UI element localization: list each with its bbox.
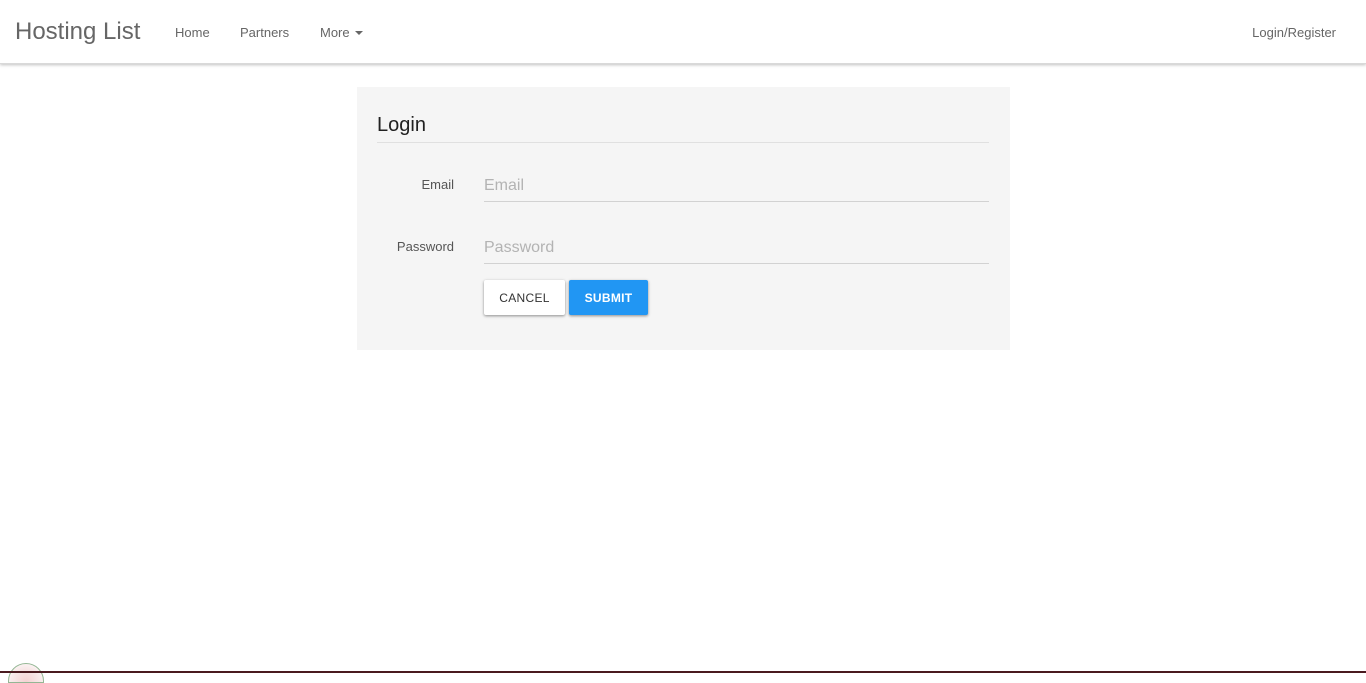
nav-partners-link[interactable]: Partners <box>240 24 289 41</box>
cancel-button[interactable]: CANCEL <box>484 280 565 315</box>
brand-link[interactable]: Hosting List <box>15 17 140 47</box>
nav-more-label: More <box>320 25 350 40</box>
password-label: Password <box>396 239 454 254</box>
nav-more-dropdown[interactable]: More <box>320 24 363 41</box>
nav-home-link[interactable]: Home <box>175 24 210 41</box>
login-form-title: Login <box>377 114 426 136</box>
title-divider <box>377 142 989 143</box>
corner-widget <box>8 663 44 683</box>
login-register-link[interactable]: Login/Register <box>1252 24 1336 41</box>
email-input[interactable] <box>484 170 989 202</box>
caret-down-icon <box>354 31 363 35</box>
top-navbar: Hosting List Home Partners More Login/Re… <box>0 0 1366 64</box>
submit-button[interactable]: SUBMIT <box>569 280 648 315</box>
email-label: Email <box>421 177 454 192</box>
password-input[interactable] <box>484 232 989 264</box>
login-form-panel: Login Email Password CANCEL SUBMIT <box>357 87 1010 350</box>
